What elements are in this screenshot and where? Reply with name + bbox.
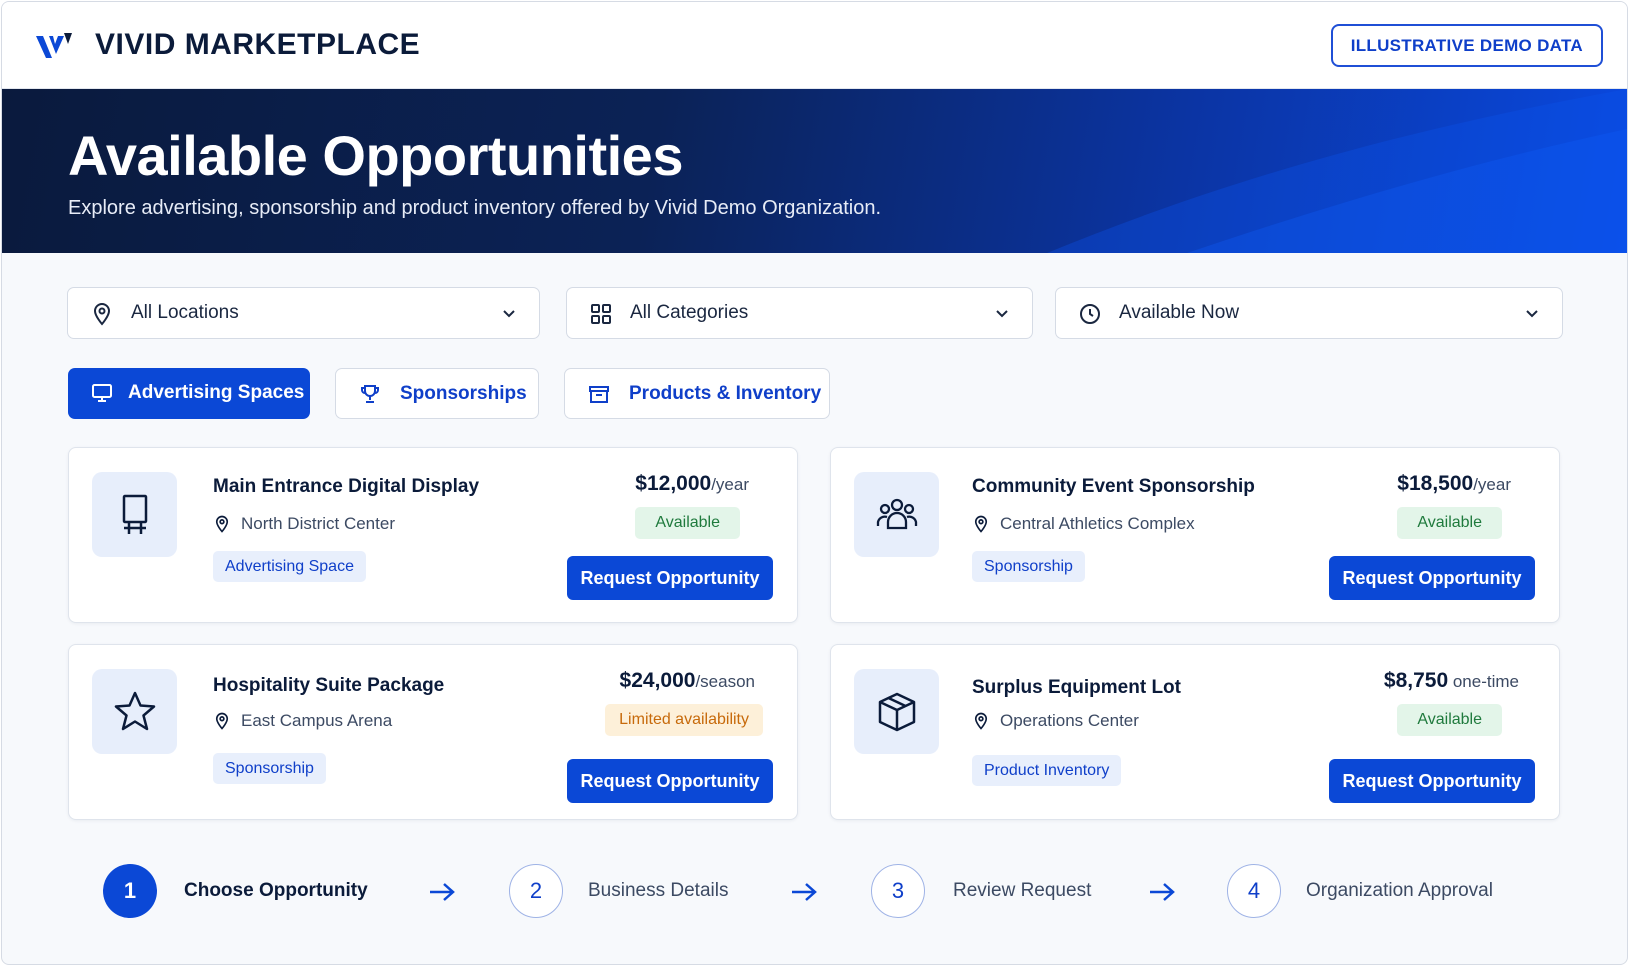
card-thumbnail bbox=[854, 669, 939, 754]
card-thumbnail bbox=[92, 669, 177, 754]
card-price: $24,000/season bbox=[620, 669, 755, 693]
price-unit: /season bbox=[695, 672, 755, 691]
opportunity-card: Community Event Sponsorship Central Athl… bbox=[830, 447, 1560, 623]
request-opportunity-button[interactable]: Request Opportunity bbox=[567, 556, 773, 600]
status-badge: Limited availability bbox=[605, 704, 763, 736]
opportunity-card: Surplus Equipment Lot Operations Center … bbox=[830, 644, 1560, 820]
step-1-label: Choose Opportunity bbox=[184, 880, 368, 901]
tab-products-inventory[interactable]: Products & Inventory bbox=[564, 368, 830, 419]
location-pin-icon bbox=[215, 515, 229, 533]
hero-banner: Available Opportunities Explore advertis… bbox=[2, 89, 1627, 253]
tab-label: Advertising Spaces bbox=[128, 382, 305, 403]
chevron-down-icon bbox=[996, 310, 1008, 318]
card-price: $8,750 one-time bbox=[1384, 669, 1519, 693]
card-title: Surplus Equipment Lot bbox=[972, 677, 1181, 698]
tab-advertising-spaces[interactable]: Advertising Spaces bbox=[68, 368, 310, 419]
step-4-indicator: 4 bbox=[1227, 864, 1281, 918]
clock-icon bbox=[1080, 304, 1100, 324]
availability-filter-dropdown[interactable]: Available Now bbox=[1055, 287, 1563, 339]
category-tag: Sponsorship bbox=[972, 551, 1085, 582]
status-badge: Available bbox=[1397, 704, 1502, 736]
location-pin-icon bbox=[93, 303, 111, 326]
location-text: Operations Center bbox=[1000, 711, 1139, 730]
arrow-right-icon bbox=[792, 883, 817, 901]
hero-wave-decoration bbox=[1047, 89, 1627, 253]
price-unit: one-time bbox=[1448, 672, 1519, 691]
step-2-label: Business Details bbox=[588, 880, 729, 901]
card-location: Operations Center bbox=[972, 711, 1139, 731]
location-pin-icon bbox=[974, 515, 988, 533]
card-price: $12,000/year bbox=[635, 472, 749, 496]
chevron-down-icon bbox=[503, 310, 515, 318]
card-title: Main Entrance Digital Display bbox=[213, 476, 480, 497]
status-badge: Available bbox=[635, 507, 740, 539]
price-unit: /year bbox=[1473, 475, 1511, 494]
card-location: North District Center bbox=[213, 514, 395, 534]
step-2-indicator: 2 bbox=[509, 864, 563, 918]
vivid-logo-icon bbox=[36, 33, 72, 58]
arrow-right-icon bbox=[1150, 883, 1175, 901]
price-unit: /year bbox=[711, 475, 749, 494]
category-filter-value: All Categories bbox=[630, 302, 749, 323]
price-amount: $24,000 bbox=[619, 669, 696, 692]
availability-filter-value: Available Now bbox=[1119, 302, 1240, 323]
status-badge: Available bbox=[1397, 507, 1502, 539]
location-filter-dropdown[interactable]: All Locations bbox=[67, 287, 540, 339]
opportunity-card: Hospitality Suite Package East Campus Ar… bbox=[68, 644, 798, 820]
page-title: Available Opportunities bbox=[68, 124, 683, 187]
card-title: Community Event Sponsorship bbox=[972, 476, 1255, 497]
step-3-label: Review Request bbox=[953, 880, 1092, 901]
card-thumbnail bbox=[854, 472, 939, 557]
tab-sponsorships[interactable]: Sponsorships bbox=[335, 368, 539, 419]
grid-icon bbox=[591, 304, 611, 324]
request-opportunity-button[interactable]: Request Opportunity bbox=[1329, 759, 1535, 803]
category-tag: Advertising Space bbox=[213, 551, 366, 582]
step-3-indicator: 3 bbox=[871, 864, 925, 918]
tab-label: Products & Inventory bbox=[629, 383, 822, 404]
box-icon bbox=[878, 692, 915, 731]
people-icon bbox=[876, 498, 917, 529]
price-amount: $18,500 bbox=[1397, 472, 1474, 495]
tab-label: Sponsorships bbox=[400, 383, 527, 404]
step-1-indicator: 1 bbox=[103, 864, 157, 918]
category-filter-dropdown[interactable]: All Categories bbox=[566, 287, 1033, 339]
card-title: Hospitality Suite Package bbox=[213, 675, 445, 696]
location-text: North District Center bbox=[241, 514, 395, 533]
top-bar: VIVID MARKETPLACE ILLUSTRATIVE DEMO DATA bbox=[2, 2, 1627, 89]
star-icon bbox=[114, 691, 155, 730]
card-thumbnail bbox=[92, 472, 177, 557]
chevron-down-icon bbox=[1526, 310, 1538, 318]
marketplace-window: VIVID MARKETPLACE ILLUSTRATIVE DEMO DATA… bbox=[1, 1, 1628, 965]
store-box-icon bbox=[589, 386, 609, 403]
brand-name: VIVID MARKETPLACE bbox=[95, 28, 421, 61]
category-tag: Product Inventory bbox=[972, 755, 1122, 786]
location-text: Central Athletics Complex bbox=[1000, 514, 1195, 533]
price-amount: $12,000 bbox=[635, 472, 712, 495]
card-location: Central Athletics Complex bbox=[972, 514, 1195, 534]
location-pin-icon bbox=[215, 712, 229, 730]
demo-data-badge: ILLUSTRATIVE DEMO DATA bbox=[1330, 24, 1603, 67]
location-text: East Campus Arena bbox=[241, 711, 393, 730]
display-icon bbox=[122, 494, 147, 534]
category-tag: Sponsorship bbox=[213, 753, 326, 784]
step-4-label: Organization Approval bbox=[1306, 880, 1493, 901]
request-opportunity-button[interactable]: Request Opportunity bbox=[567, 759, 773, 803]
request-opportunity-button[interactable]: Request Opportunity bbox=[1329, 556, 1535, 600]
trophy-icon bbox=[361, 385, 379, 403]
price-amount: $8,750 bbox=[1383, 669, 1449, 692]
arrow-right-icon bbox=[430, 883, 455, 901]
card-price: $18,500/year bbox=[1397, 472, 1511, 496]
page-subtitle: Explore advertising, sponsorship and pro… bbox=[68, 197, 882, 219]
location-pin-icon bbox=[974, 712, 988, 730]
card-location: East Campus Arena bbox=[213, 711, 392, 731]
monitor-icon bbox=[92, 384, 112, 402]
location-filter-value: All Locations bbox=[131, 302, 239, 323]
opportunity-card: Main Entrance Digital Display North Dist… bbox=[68, 447, 798, 623]
